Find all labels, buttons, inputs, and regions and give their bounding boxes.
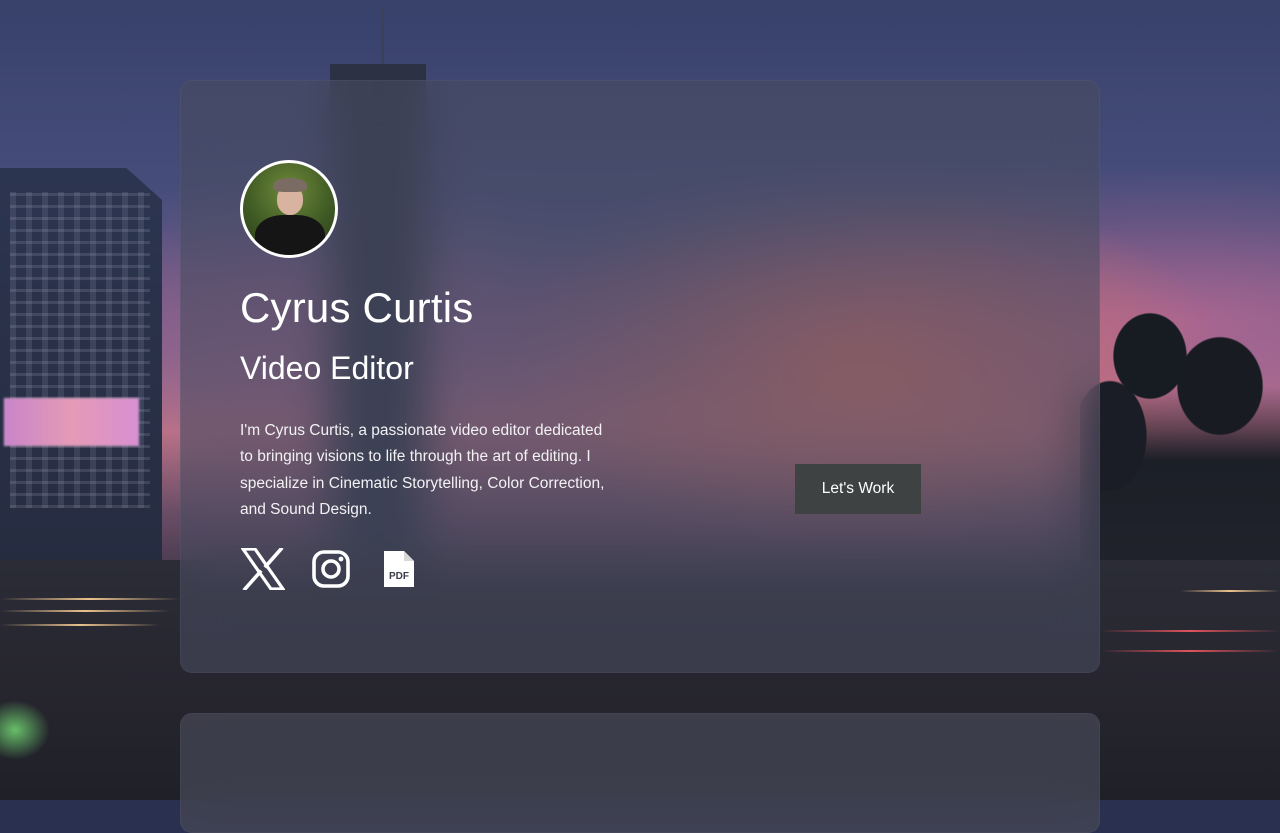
hero-card: Cyrus Curtis Video Editor I'm Cyrus Curt… <box>180 80 1100 673</box>
profile-section: Cyrus Curtis Video Editor I'm Cyrus Curt… <box>240 160 640 592</box>
svg-text:PDF: PDF <box>389 571 409 582</box>
pdf-file-icon: PDF <box>384 550 414 587</box>
instagram-link[interactable] <box>308 546 354 592</box>
profile-bio: I'm Cyrus Curtis, a passionate video edi… <box>240 422 605 519</box>
instagram-icon <box>312 549 350 588</box>
profile-name: Cyrus Curtis <box>240 284 474 331</box>
x-link[interactable] <box>240 546 286 592</box>
social-links: PDF <box>240 546 640 592</box>
avatar <box>240 160 338 258</box>
lets-work-button[interactable]: Let's Work <box>795 464 921 514</box>
profile-title: Video Editor <box>240 350 414 386</box>
secondary-card <box>180 713 1100 833</box>
x-logo-icon <box>241 547 285 590</box>
resume-pdf-link[interactable]: PDF <box>376 546 422 592</box>
